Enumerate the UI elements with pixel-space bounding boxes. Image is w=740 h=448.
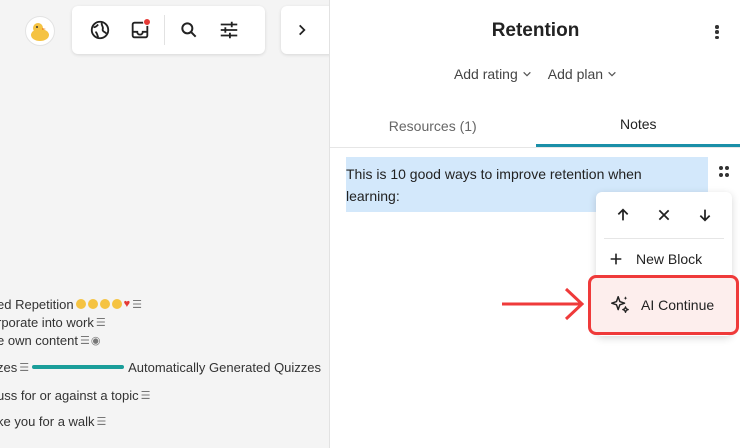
block-move-controls <box>596 196 732 238</box>
toolbar-divider <box>164 15 165 45</box>
list-item[interactable]: uss for or against a topic ☰ <box>0 386 151 404</box>
plus-icon <box>610 253 622 265</box>
list-item[interactable]: ed Repetition ♥ ☰ <box>0 295 142 313</box>
annotation-arrow-icon <box>502 287 585 321</box>
sparkles-icon <box>611 296 629 313</box>
expand-panel-button[interactable] <box>281 6 329 54</box>
menu-divider <box>604 238 724 239</box>
chevron-down-icon <box>522 71 531 77</box>
drag-handle-icon[interactable] <box>719 166 729 178</box>
add-plan-button[interactable]: Add plan <box>548 66 617 82</box>
heart-icon: ♥ <box>123 298 131 310</box>
notification-dot <box>143 18 151 26</box>
star-rating-icon <box>87 299 98 309</box>
list-item[interactable]: zes ☰ Automatically Generated Quizzes <box>0 358 321 376</box>
link-connector-bar <box>32 365 125 369</box>
globe-button[interactable] <box>80 10 120 50</box>
search-icon <box>181 22 197 38</box>
avatar[interactable] <box>25 16 55 46</box>
notes-lines-icon: ☰ <box>132 298 142 311</box>
panel-tabs: Resources (1) Notes <box>330 104 740 148</box>
notes-lines-icon: ☰ <box>19 361 29 374</box>
detail-panel: Retention Add rating Add plan Resources … <box>329 0 740 448</box>
notes-lines-icon: ☰ <box>95 316 106 329</box>
delete-block-button[interactable] <box>656 207 672 228</box>
list-item[interactable]: e own content ☰ ◉ <box>0 331 100 349</box>
tab-resources[interactable]: Resources (1) <box>330 104 536 147</box>
page-title: Retention <box>491 20 580 41</box>
more-options-icon[interactable] <box>712 22 722 42</box>
inbox-button[interactable] <box>120 10 160 50</box>
close-icon <box>658 209 670 220</box>
arrow-down-icon <box>700 209 711 222</box>
filter-settings-button[interactable] <box>209 10 249 50</box>
notes-lines-icon: ☰ <box>79 334 90 347</box>
list-item[interactable]: rporate into work ☰ <box>0 313 106 331</box>
star-rating-icon <box>99 299 110 309</box>
star-rating-icon <box>75 299 86 309</box>
duck-logo-icon <box>31 23 49 41</box>
chevron-down-icon <box>608 71 616 77</box>
tab-notes[interactable]: Notes <box>535 104 740 147</box>
move-down-button[interactable] <box>697 207 713 228</box>
eye-icon: ◉ <box>90 334 101 347</box>
globe-icon <box>90 20 110 40</box>
search-button[interactable] <box>169 10 209 50</box>
add-rating-button[interactable]: Add rating <box>454 66 532 82</box>
list-item[interactable]: ke you for a walk ☰ <box>0 412 107 430</box>
arrow-up-icon <box>617 207 628 220</box>
ai-continue-menu-item[interactable]: AI Continue <box>588 275 739 335</box>
sliders-icon <box>220 21 238 39</box>
main-toolbar <box>72 6 265 54</box>
move-up-button[interactable] <box>615 207 631 228</box>
star-rating-icon <box>111 299 122 309</box>
new-block-menu-item[interactable]: New Block <box>596 248 732 270</box>
notes-lines-icon: ☰ <box>140 389 151 402</box>
notes-lines-icon: ☰ <box>96 415 107 428</box>
canvas-area: ed Repetition ♥ ☰ rporate into work ☰ e … <box>0 0 329 448</box>
chevron-right-icon <box>299 24 306 36</box>
panel-actions: Add rating Add plan <box>330 66 740 82</box>
